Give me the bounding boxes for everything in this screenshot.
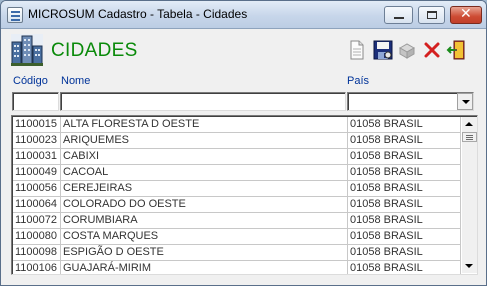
table-row[interactable]: 1100056 CEREJEIRAS 01058 BRASIL	[13, 181, 461, 197]
exit-icon	[446, 40, 465, 60]
cell-name: ARIQUEMES	[61, 133, 348, 149]
cell-name: COSTA MARQUES	[61, 229, 348, 245]
cell-name: COLORADO DO OESTE	[61, 197, 348, 213]
scroll-thumb[interactable]	[462, 132, 477, 142]
name-filter-input[interactable]	[60, 92, 346, 111]
app-icon	[7, 7, 23, 23]
label-country: País	[347, 75, 370, 87]
cell-name: GUAJARÁ-MIRIM	[61, 261, 348, 274]
table-row[interactable]: 1100049 CACOAL 01058 BRASIL	[13, 165, 461, 181]
cell-country: 01058 BRASIL	[348, 197, 461, 213]
country-dropdown-button[interactable]	[457, 93, 473, 110]
delete-icon	[424, 42, 440, 58]
label-code: Código	[13, 75, 48, 87]
form-header: CIDADES	[9, 34, 480, 70]
delete-button[interactable]	[421, 38, 443, 62]
new-document-icon	[350, 40, 364, 60]
table-row[interactable]: 1100064 COLORADO DO OESTE 01058 BRASIL	[13, 197, 461, 213]
cell-country: 01058 BRASIL	[348, 213, 461, 229]
country-filter-select[interactable]	[347, 92, 474, 111]
close-button[interactable]: ✕	[450, 6, 482, 24]
scroll-down-button[interactable]	[462, 258, 477, 273]
cell-code: 1100023	[13, 133, 61, 149]
exit-button[interactable]	[445, 38, 467, 62]
cell-country: 01058 BRASIL	[348, 165, 461, 181]
table-row[interactable]: 1100098 ESPIGÃO D OESTE 01058 BRASIL	[13, 245, 461, 261]
cell-name: CEREJEIRAS	[61, 181, 348, 197]
cell-code: 1100064	[13, 197, 61, 213]
vertical-scrollbar[interactable]	[462, 117, 477, 273]
cell-country: 01058 BRASIL	[348, 133, 461, 149]
new-button[interactable]	[346, 38, 368, 62]
cell-name: ESPIGÃO D OESTE	[61, 245, 348, 261]
minimize-icon	[394, 17, 404, 19]
table-row[interactable]: 1100015 ALTA FLORESTA D OESTE 01058 BRASIL	[13, 117, 461, 133]
maximize-button[interactable]	[418, 6, 445, 24]
cell-country: 01058 BRASIL	[348, 261, 461, 274]
cell-code: 1100080	[13, 229, 61, 245]
app-window: MICROSUM Cadastro - Tabela - Cidades ✕ C…	[0, 0, 487, 286]
cell-name: CORUMBIARA	[61, 213, 348, 229]
save-icon	[373, 40, 393, 60]
table-row[interactable]: 1100106 GUAJARÁ-MIRIM 01058 BRASIL	[13, 261, 461, 274]
cell-code: 1100015	[13, 117, 61, 133]
table-row[interactable]: 1100031 CABIXI 01058 BRASIL	[13, 149, 461, 165]
cell-country: 01058 BRASIL	[348, 245, 461, 261]
label-name: Nome	[61, 75, 91, 87]
table-row[interactable]: 1100080 COSTA MARQUES 01058 BRASIL	[13, 229, 461, 245]
cell-code: 1100031	[13, 149, 61, 165]
cities-table[interactable]: 1100015 ALTA FLORESTA D OESTE 01058 BRASIL…	[11, 115, 478, 275]
cell-name: CABIXI	[61, 149, 348, 165]
minimize-button[interactable]	[384, 6, 413, 24]
cell-code: 1100106	[13, 261, 61, 274]
city-buildings-icon	[11, 34, 43, 66]
print-button[interactable]	[396, 38, 418, 62]
title-bar[interactable]: MICROSUM Cadastro - Tabela - Cidades ✕	[1, 1, 486, 29]
cell-country: 01058 BRASIL	[348, 181, 461, 197]
code-filter-input[interactable]	[12, 92, 59, 111]
close-icon: ✕	[460, 6, 472, 22]
arrow-up-icon	[465, 122, 473, 126]
page-title: CIDADES	[51, 40, 138, 61]
table-row[interactable]: 1100023 ARIQUEMES 01058 BRASIL	[13, 133, 461, 149]
maximize-icon	[427, 11, 437, 19]
cell-name: ALTA FLORESTA D OESTE	[61, 117, 348, 133]
print-icon	[398, 43, 416, 59]
cell-country: 01058 BRASIL	[348, 117, 461, 133]
cell-code: 1100056	[13, 181, 61, 197]
chevron-down-icon	[462, 100, 470, 104]
cell-country: 01058 BRASIL	[348, 149, 461, 165]
window-title: MICROSUM Cadastro - Tabela - Cidades	[28, 7, 248, 21]
cell-code: 1100098	[13, 245, 61, 261]
table-row[interactable]: 1100072 CORUMBIARA 01058 BRASIL	[13, 213, 461, 229]
cell-name: CACOAL	[61, 165, 348, 181]
save-button[interactable]	[372, 38, 394, 62]
scroll-up-button[interactable]	[462, 117, 477, 132]
arrow-down-icon	[465, 264, 473, 268]
cell-code: 1100049	[13, 165, 61, 181]
cell-country: 01058 BRASIL	[348, 229, 461, 245]
cell-code: 1100072	[13, 213, 61, 229]
